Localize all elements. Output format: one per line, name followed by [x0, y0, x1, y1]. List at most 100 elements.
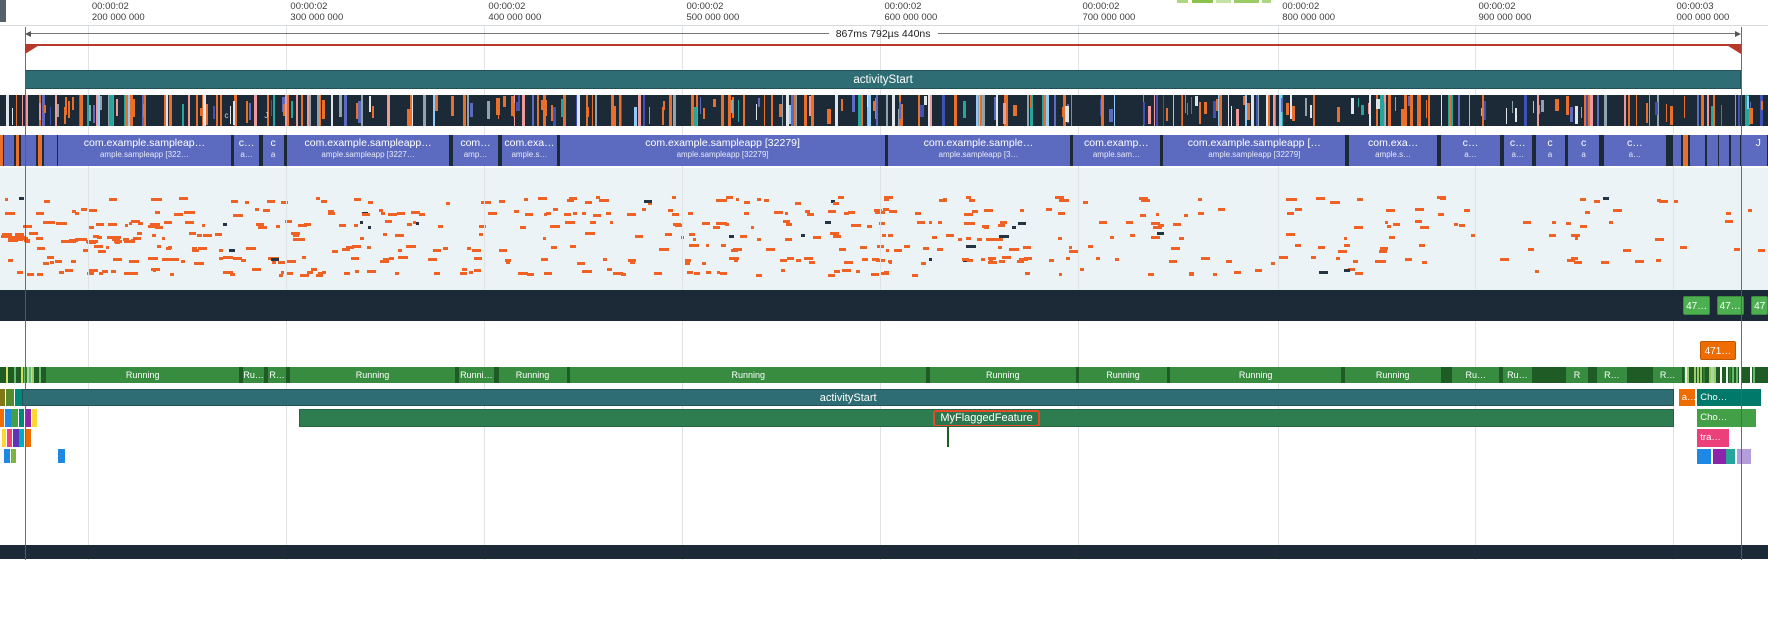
track-scheduling-marks[interactable]: [0, 168, 1768, 290]
sched-mark: [162, 258, 171, 261]
running-slice[interactable]: Running: [570, 367, 926, 383]
sched-mark: [613, 272, 622, 275]
tail-slice[interactable]: Cho…: [1697, 389, 1761, 406]
process-slice[interactable]: ca: [1568, 135, 1599, 166]
cpu-activity-tick: [1286, 103, 1289, 115]
tail-slice[interactable]: Cho…: [1697, 409, 1755, 427]
running-slice[interactable]: Running: [46, 367, 239, 383]
process-slice[interactable]: com.example.sampleap…ample.sampleapp [32…: [58, 135, 230, 166]
process-slice[interactable]: c…a…: [1604, 135, 1667, 166]
running-slice[interactable]: Running: [499, 367, 567, 383]
sched-mark: [137, 232, 142, 235]
sched-mark: [642, 208, 646, 211]
sched-mark: [851, 224, 861, 227]
flame-mini-slice[interactable]: [11, 409, 17, 427]
process-slice[interactable]: com.exa…ample.s…: [502, 135, 557, 166]
track-cpu-activity[interactable]: cJ: [0, 95, 1768, 126]
count-badge[interactable]: 471…: [1700, 341, 1736, 360]
flame-mini-slice[interactable]: [2, 429, 6, 447]
selection-boundary-left[interactable]: [25, 27, 26, 560]
tail-mini-slice[interactable]: [1737, 449, 1751, 464]
cpu-activity-tick: [1735, 95, 1737, 126]
flagged-feature-highlight[interactable]: MyFlaggedFeature: [933, 410, 1039, 427]
selection-boundary-right[interactable]: [1741, 27, 1742, 560]
process-slice[interactable]: com.example.sampleapp…ample.sampleapp [3…: [287, 135, 449, 166]
running-slice[interactable]: Ru…: [243, 367, 264, 383]
running-slice[interactable]: R…: [1653, 367, 1682, 383]
process-slice[interactable]: com…amp…: [453, 135, 499, 166]
sched-mark: [838, 196, 843, 199]
running-slice[interactable]: Running: [1079, 367, 1166, 383]
cpu-activity-tick: [1204, 102, 1207, 114]
flame-mini-slice[interactable]: [0, 409, 4, 427]
tail-slice[interactable]: tra…: [1697, 429, 1729, 447]
flame-mini-slice[interactable]: [32, 409, 37, 427]
sched-mark: [474, 257, 482, 260]
flame-mini-slice[interactable]: [7, 429, 12, 447]
top-strip-mark: [1177, 0, 1188, 3]
slice-activity-start-bottom[interactable]: activityStart: [22, 389, 1674, 406]
count-badge[interactable]: 47…: [1717, 296, 1744, 315]
flame-mini-slice[interactable]: [5, 409, 10, 427]
time-ruler[interactable]: 00:00:02 200 000 00000:00:02 300 000 000…: [0, 0, 1768, 25]
cpu-activity-tick: [498, 106, 500, 119]
sched-mark: [472, 249, 481, 252]
slice-activity-start-top[interactable]: activityStart: [25, 70, 1742, 89]
flame-mini-slice[interactable]: [13, 429, 18, 447]
flame-mini-slice[interactable]: [15, 389, 22, 406]
process-slice[interactable]: com.example.sampleapp […ample.sampleapp …: [1163, 135, 1345, 166]
running-slice[interactable]: Runni…: [459, 367, 494, 383]
selection-flag-left-icon[interactable]: [25, 44, 41, 54]
process-slice[interactable]: ca: [1536, 135, 1565, 166]
cpu-activity-tick: [143, 104, 146, 118]
process-sliver: [1731, 135, 1740, 166]
tail-slice[interactable]: a…: [1679, 389, 1696, 406]
running-slice[interactable]: Ru…: [1452, 367, 1499, 383]
sched-mark: [1330, 201, 1339, 204]
count-badge[interactable]: 47…: [1683, 296, 1710, 315]
process-slice[interactable]: c…a…: [234, 135, 259, 166]
cpu-activity-tick: [249, 103, 251, 120]
sched-mark: [664, 248, 669, 251]
running-slice[interactable]: R: [1566, 367, 1589, 383]
slice-my-flagged-feature[interactable]: MyFlaggedFeature: [299, 409, 1675, 427]
tail-mini-slice[interactable]: [1697, 449, 1711, 464]
tail-mini-slice[interactable]: [1726, 449, 1735, 464]
process-slice[interactable]: com.example.sampleapp [32279]ample.sampl…: [560, 135, 884, 166]
flame-mini-slice[interactable]: [11, 449, 16, 463]
process-slice[interactable]: com.exa…ample.s…: [1349, 135, 1437, 166]
flame-mini-slice[interactable]: [4, 449, 9, 463]
running-slice[interactable]: Running: [290, 367, 455, 383]
cpu-activity-tick: [50, 107, 51, 125]
count-badge[interactable]: 47: [1751, 296, 1768, 315]
running-slice[interactable]: R…: [268, 367, 286, 383]
process-slice[interactable]: ca: [263, 135, 284, 166]
sched-mark: [223, 256, 232, 259]
tail-mini-slice[interactable]: [1713, 449, 1725, 464]
running-slice[interactable]: Running: [1345, 367, 1441, 383]
flame-mini-slice[interactable]: [58, 449, 64, 463]
flame-mini-slice[interactable]: [19, 429, 24, 447]
flame-mini-slice[interactable]: [6, 389, 14, 406]
running-slice[interactable]: Running: [930, 367, 1076, 383]
running-slice[interactable]: R…: [1597, 367, 1628, 383]
running-slice[interactable]: Ru…: [1503, 367, 1532, 383]
cpu-activity-tick: [206, 104, 208, 125]
flame-mini-slice[interactable]: [0, 389, 5, 406]
process-slice[interactable]: J: [1749, 135, 1767, 166]
process-slice[interactable]: com.examp…ample.sam…: [1073, 135, 1160, 166]
cpu-activity-tick: [1219, 95, 1222, 126]
flame-mini-slice[interactable]: [19, 409, 24, 427]
running-edge-tick: [1720, 367, 1722, 383]
track-thread-state[interactable]: RunningRu…R…RunningRunni…RunningRunningR…: [0, 367, 1768, 383]
process-slice[interactable]: com.example.sample…ample.sampleapp [3…: [888, 135, 1070, 166]
process-slice[interactable]: c…a…: [1504, 135, 1532, 166]
process-slice-label: com.exa…: [502, 137, 557, 150]
sched-mark: [585, 201, 592, 204]
selection-flag-right-icon[interactable]: [1725, 44, 1741, 54]
flame-mini-slice[interactable]: [26, 429, 31, 447]
running-slice[interactable]: Running: [1170, 367, 1340, 383]
track-process-slices[interactable]: com.example.sampleap…ample.sampleapp [32…: [0, 135, 1768, 166]
process-slice[interactable]: c…a…: [1441, 135, 1500, 166]
sched-mark: [694, 272, 700, 275]
